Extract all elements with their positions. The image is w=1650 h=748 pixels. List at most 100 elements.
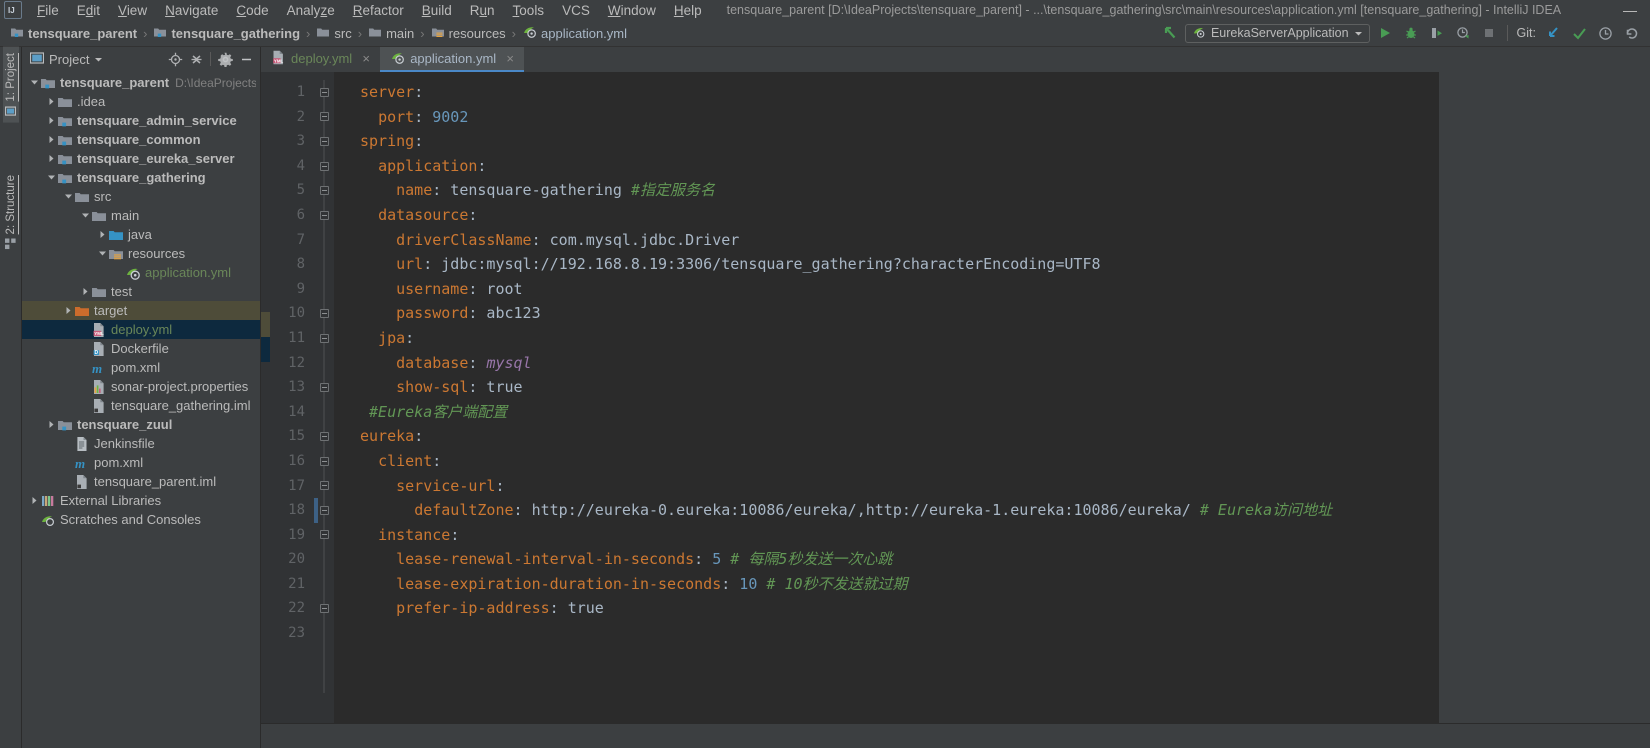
stripe-button-structure[interactable]: 2: Structure bbox=[3, 169, 19, 255]
tree-item-tensquare-gathering[interactable]: tensquare_gathering bbox=[22, 168, 260, 187]
breadcrumb-item-resources[interactable]: resources bbox=[427, 24, 510, 43]
run-configuration-selector[interactable]: EurekaServerApplication bbox=[1184, 23, 1370, 43]
project-panel-title[interactable]: Project bbox=[26, 50, 107, 69]
fold-minus-box[interactable] bbox=[319, 87, 329, 97]
fold-minus-box[interactable] bbox=[319, 456, 329, 466]
fold-toggle-icon[interactable] bbox=[314, 301, 334, 326]
profile-button[interactable] bbox=[1452, 22, 1474, 44]
fold-minus-box[interactable] bbox=[319, 604, 329, 614]
chevron-right-icon[interactable] bbox=[45, 111, 57, 130]
fold-toggle-icon[interactable] bbox=[314, 203, 334, 228]
code-editor[interactable]: 1 2 3 4 5 6 7 8 9 10 11 12 13 14 15 16 17 18 19 20 21 22 23 se… bbox=[261, 72, 1650, 723]
fold-toggle-icon[interactable] bbox=[314, 375, 334, 400]
chevron-right-icon[interactable] bbox=[45, 149, 57, 168]
code-line[interactable]: name: tensquare-gathering #指定服务名 bbox=[334, 178, 1439, 203]
main-menu[interactable]: File Edit View Navigate Code Analyze Ref… bbox=[28, 2, 711, 19]
fold-toggle-icon[interactable] bbox=[314, 326, 334, 351]
fold-minus-box[interactable] bbox=[319, 530, 329, 540]
close-icon[interactable]: × bbox=[504, 51, 516, 66]
breadcrumb-item-src[interactable]: src bbox=[312, 24, 355, 43]
fold-minus-box[interactable] bbox=[319, 112, 329, 122]
fold-minus-box[interactable] bbox=[319, 432, 329, 442]
fold-toggle-icon[interactable] bbox=[314, 129, 334, 154]
fold-minus-box[interactable] bbox=[319, 161, 329, 171]
code-line[interactable]: lease-expiration-duration-in-seconds: 10… bbox=[334, 572, 1439, 597]
tree-item-tensquare-zuul[interactable]: tensquare_zuul bbox=[22, 415, 260, 434]
code-line[interactable]: database: mysql bbox=[334, 351, 1439, 376]
fold-minus-box[interactable] bbox=[319, 333, 329, 343]
code-folding-gutter[interactable] bbox=[314, 72, 334, 723]
chevron-down-icon[interactable] bbox=[79, 206, 91, 225]
fold-toggle-icon[interactable] bbox=[314, 449, 334, 474]
tree-item-deploy-yml[interactable]: YML deploy.yml bbox=[22, 320, 260, 339]
fold-toggle-icon[interactable] bbox=[314, 498, 334, 523]
fold-toggle-icon[interactable] bbox=[314, 80, 334, 105]
tree-item-resources[interactable]: resources bbox=[22, 244, 260, 263]
back-arrow-icon[interactable] bbox=[1159, 22, 1181, 44]
tree-item-scratches-and-consoles[interactable]: Scratches and Consoles bbox=[22, 510, 260, 529]
editor-tab-application-yml[interactable]: application.yml × bbox=[380, 47, 525, 72]
code-line[interactable]: defaultZone: http://eureka-0.eureka:1008… bbox=[334, 498, 1439, 523]
menu-analyze[interactable]: Analyze bbox=[278, 2, 344, 19]
tree-item-pom-xml[interactable]: m pom.xml bbox=[22, 358, 260, 377]
gear-icon[interactable] bbox=[215, 49, 235, 69]
chevron-right-icon[interactable] bbox=[45, 92, 57, 111]
hide-icon[interactable] bbox=[236, 49, 256, 69]
breadcrumb-item-tensquare-parent[interactable]: tensquare_parent bbox=[6, 24, 141, 43]
code-line[interactable]: username: root bbox=[334, 277, 1439, 302]
menu-build[interactable]: Build bbox=[413, 2, 461, 19]
debug-button[interactable] bbox=[1400, 22, 1422, 44]
fold-toggle-icon[interactable] bbox=[314, 105, 334, 130]
git-update-button[interactable] bbox=[1542, 22, 1564, 44]
tree-item-tensquare-eureka-server[interactable]: tensquare_eureka_server bbox=[22, 149, 260, 168]
fold-toggle-icon[interactable] bbox=[314, 523, 334, 548]
stop-button[interactable] bbox=[1478, 22, 1500, 44]
code-line[interactable]: password: abc123 bbox=[334, 301, 1439, 326]
code-line[interactable]: application: bbox=[334, 154, 1439, 179]
fold-toggle-icon[interactable] bbox=[314, 474, 334, 499]
chevron-right-icon[interactable] bbox=[28, 491, 40, 510]
editor-tab-deploy-yml[interactable]: YML deploy.yml × bbox=[261, 47, 380, 72]
code-line[interactable]: url: jdbc:mysql://192.168.8.19:3306/tens… bbox=[334, 252, 1439, 277]
code-line[interactable]: datasource: bbox=[334, 203, 1439, 228]
breadcrumb-item-tensquare-gathering[interactable]: tensquare_gathering bbox=[149, 24, 304, 43]
fold-minus-box[interactable] bbox=[319, 382, 329, 392]
breadcrumb-item-application-yml[interactable]: application.yml bbox=[518, 23, 631, 43]
breadcrumb-item-main[interactable]: main bbox=[364, 24, 418, 43]
chevron-right-icon[interactable] bbox=[79, 282, 91, 301]
close-icon[interactable]: × bbox=[360, 51, 372, 66]
menu-view[interactable]: View bbox=[109, 2, 156, 19]
code-line[interactable]: prefer-ip-address: true bbox=[334, 596, 1439, 621]
menu-vcs[interactable]: VCS bbox=[553, 2, 599, 19]
tree-item-pom-xml[interactable]: m pom.xml bbox=[22, 453, 260, 472]
tree-item-src[interactable]: src bbox=[22, 187, 260, 206]
code-line[interactable] bbox=[334, 621, 1439, 646]
chevron-down-icon[interactable] bbox=[62, 187, 74, 206]
editor-tabs[interactable]: YML deploy.yml × application.yml × bbox=[261, 47, 1650, 72]
tree-item-tensquare-parent[interactable]: tensquare_parent D:\IdeaProjects\te bbox=[22, 73, 260, 92]
fold-toggle-icon[interactable] bbox=[314, 424, 334, 449]
menu-tools[interactable]: Tools bbox=[504, 2, 554, 19]
fold-minus-box[interactable] bbox=[319, 505, 329, 515]
collapse-all-icon[interactable] bbox=[186, 49, 206, 69]
breadcrumb[interactable]: tensquare_parent › tensquare_gathering ›… bbox=[0, 23, 631, 43]
tree-item-tensquare-gathering-iml[interactable]: tensquare_gathering.iml bbox=[22, 396, 260, 415]
stripe-button-project[interactable]: 1: Project bbox=[2, 47, 19, 123]
fold-minus-box[interactable] bbox=[319, 481, 329, 491]
tree-item-target[interactable]: target bbox=[22, 301, 260, 320]
tree-item-external-libraries[interactable]: External Libraries bbox=[22, 491, 260, 510]
fold-minus-box[interactable] bbox=[319, 210, 329, 220]
code-line[interactable]: server: bbox=[334, 80, 1439, 105]
code-line[interactable]: spring: bbox=[334, 129, 1439, 154]
tree-item-main[interactable]: main bbox=[22, 206, 260, 225]
chevron-down-icon[interactable] bbox=[94, 52, 103, 67]
code-line[interactable]: service-url: bbox=[334, 474, 1439, 499]
code-line[interactable]: client: bbox=[334, 449, 1439, 474]
tree-item-tensquare-admin-service[interactable]: tensquare_admin_service bbox=[22, 111, 260, 130]
tree-item-application-yml[interactable]: application.yml bbox=[22, 263, 260, 282]
code-line[interactable]: eureka: bbox=[334, 424, 1439, 449]
menu-edit[interactable]: Edit bbox=[68, 2, 109, 19]
chevron-down-icon[interactable] bbox=[96, 244, 108, 263]
chevron-down-icon[interactable] bbox=[28, 73, 40, 92]
run-button[interactable] bbox=[1374, 22, 1396, 44]
